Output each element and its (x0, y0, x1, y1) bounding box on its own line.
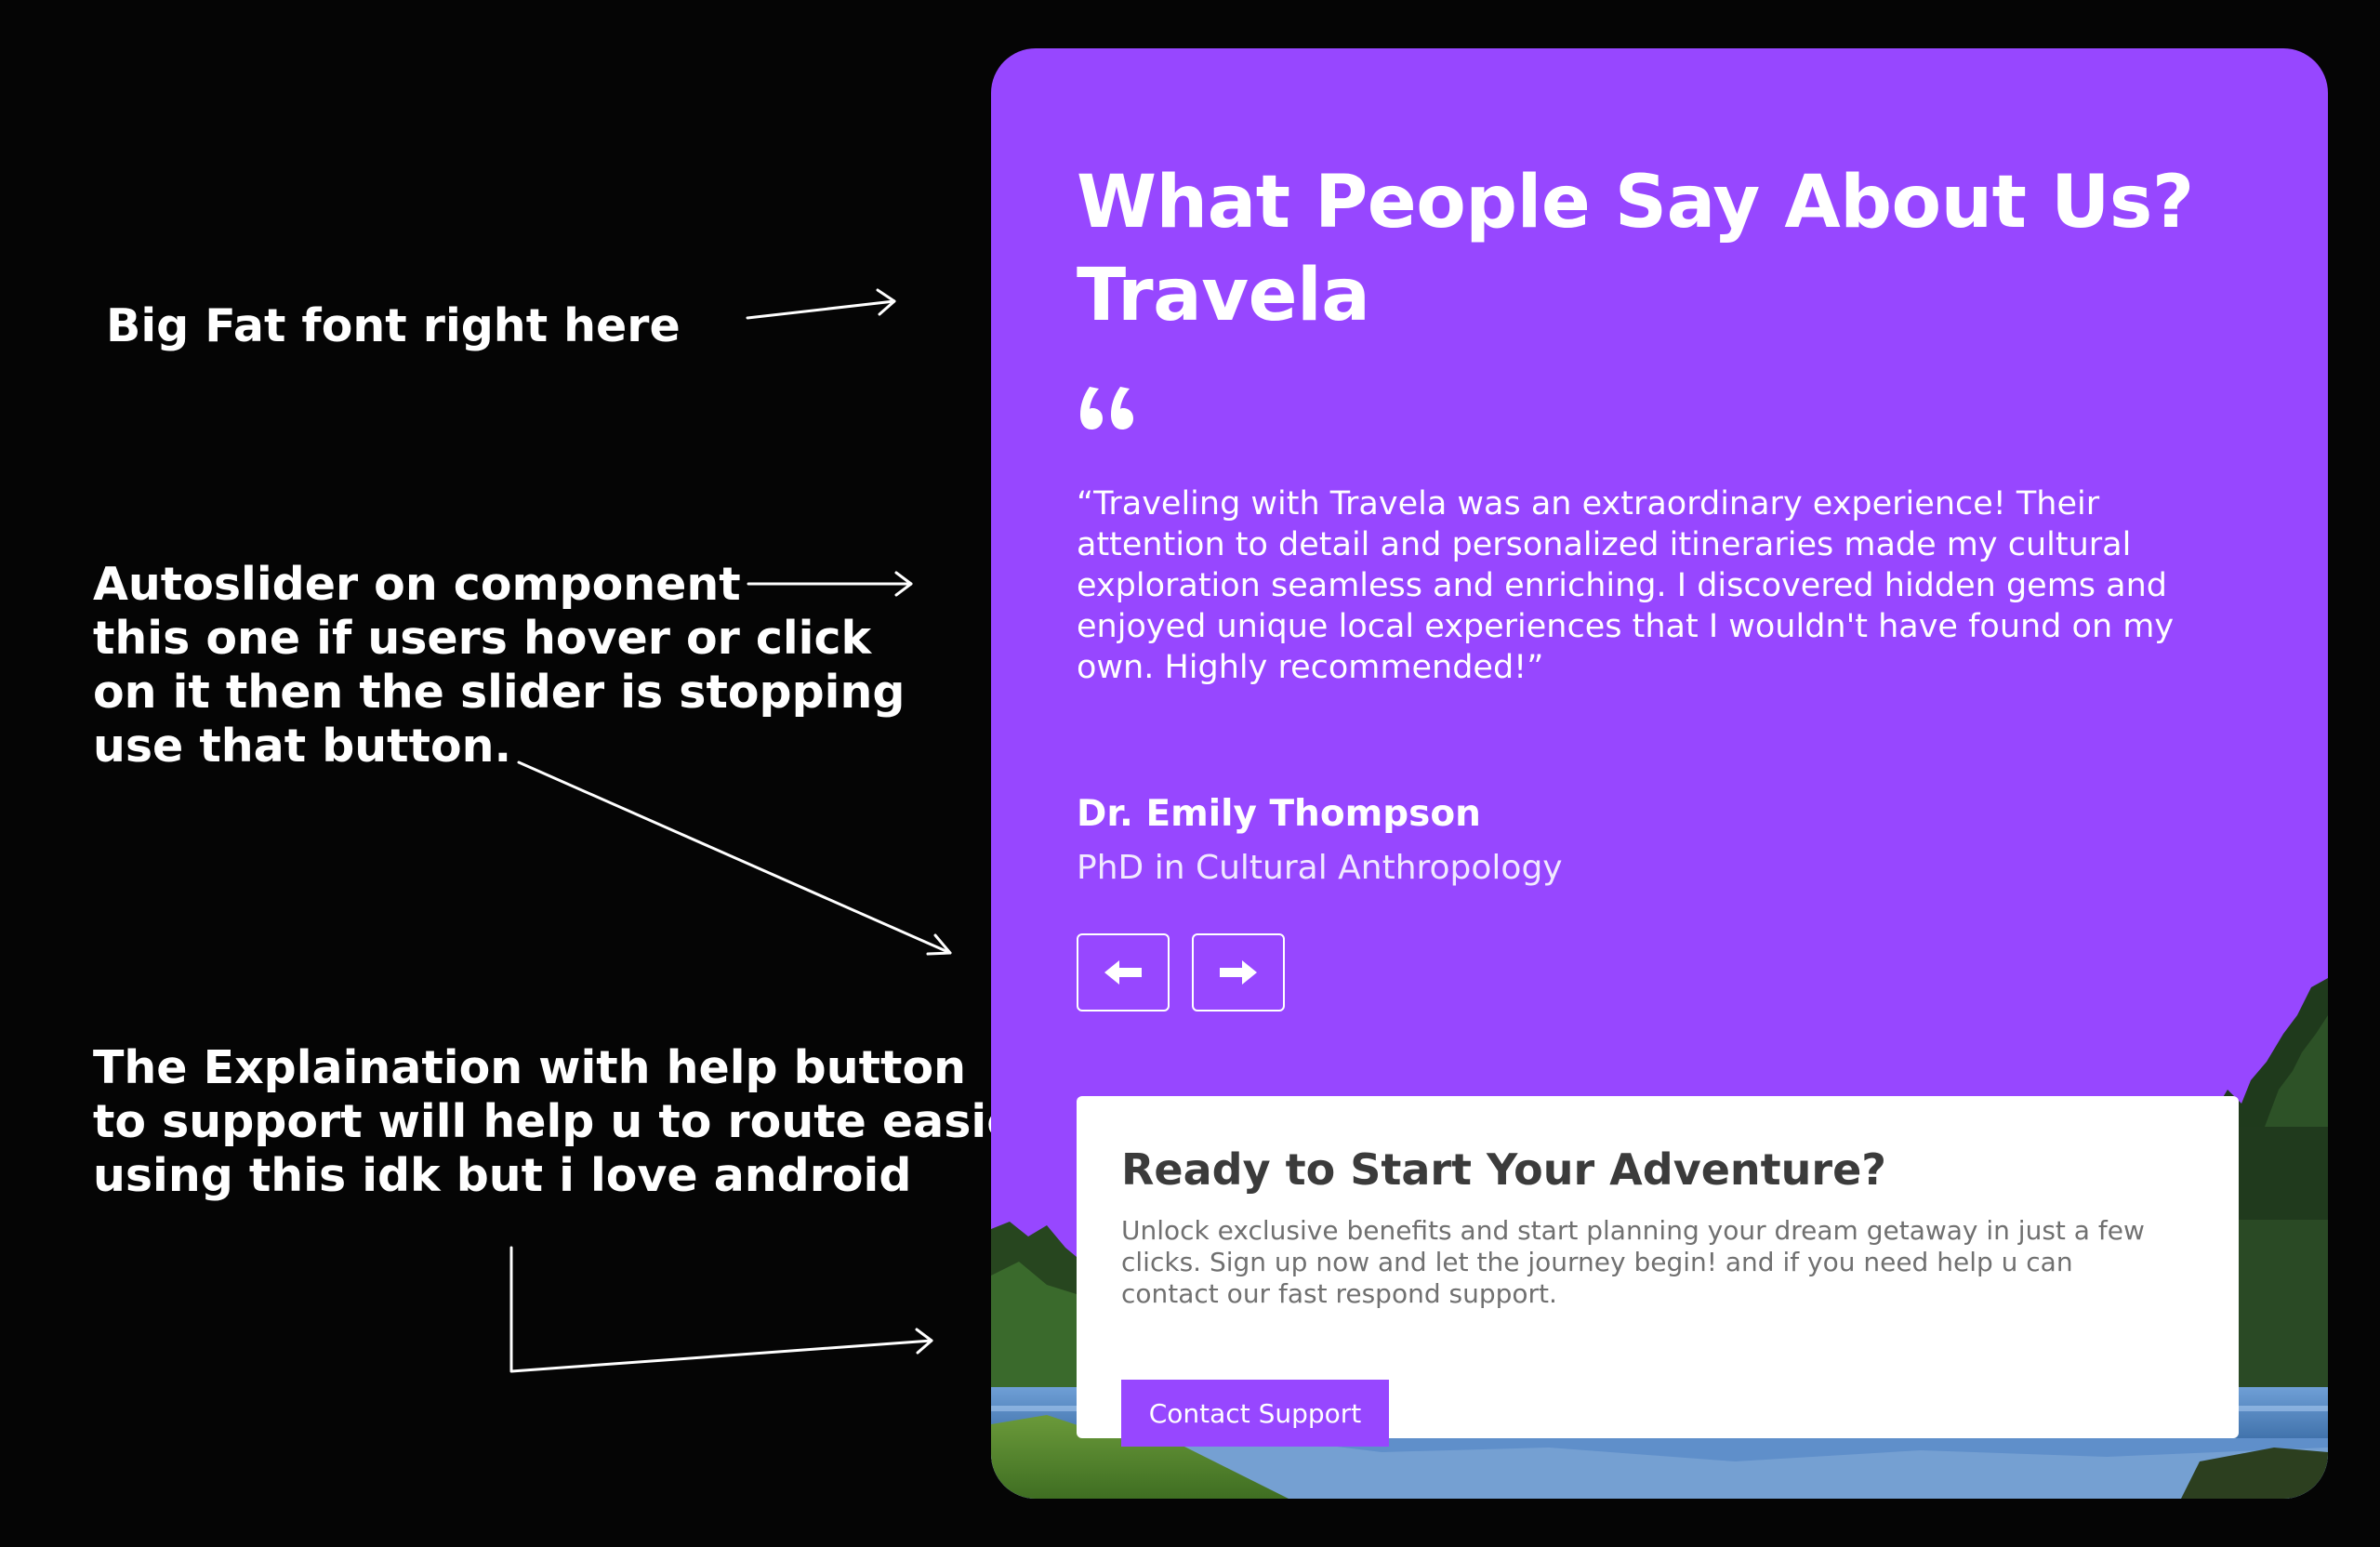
cta-description: Unlock exclusive benefits and start plan… (1121, 1215, 2145, 1309)
canvas: Big Fat font right here Autoslider on co… (0, 0, 2380, 1547)
arrow-right-icon (1220, 960, 1257, 985)
previous-slide-button[interactable] (1077, 933, 1170, 1012)
cta-title: Ready to Start Your Adventure? (1121, 1144, 1886, 1195)
annotation-support-note: The Explaination with help button to sup… (93, 1041, 1040, 1202)
quote-icon (1080, 387, 1133, 430)
arrow-to-slider-buttons (517, 760, 952, 956)
headline-line-1: What People Say About Us? (1077, 161, 2194, 245)
author-title: PhD in Cultural Anthropology (1077, 849, 1563, 887)
annotation-heading-note: Big Fat font right here (106, 299, 681, 352)
headline-line-2: Travela (1077, 254, 1370, 337)
arrow-to-headline (746, 288, 896, 320)
arrow-to-contact-support (509, 1246, 933, 1373)
next-slide-button[interactable] (1192, 933, 1285, 1012)
author-name: Dr. Emily Thompson (1077, 793, 1481, 835)
annotation-slider-note: Autoslider on component this one if user… (93, 558, 906, 773)
cta-box: Ready to Start Your Adventure? Unlock ex… (1077, 1096, 2239, 1447)
arrow-left-icon (1104, 960, 1142, 985)
testimonial-text: “Traveling with Travela was an extraordi… (1077, 485, 2175, 686)
testimonial-card[interactable]: What People Say About Us? Travela “Trave… (991, 48, 2328, 1499)
contact-support-button[interactable]: Contact Support (1121, 1380, 1389, 1447)
section-headline: What People Say About Us? Travela (1077, 156, 2285, 342)
